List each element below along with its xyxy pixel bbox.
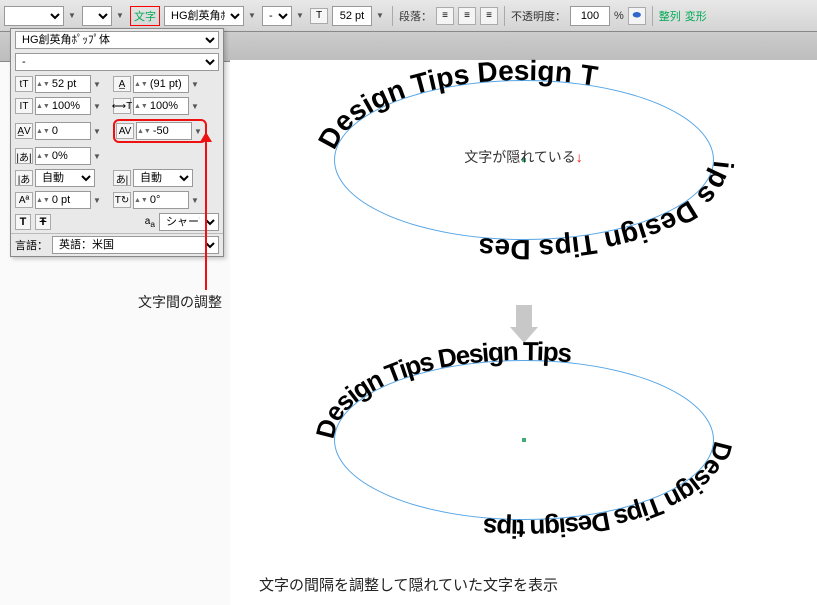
warp-text-icon[interactable]: ⬬ bbox=[628, 7, 646, 25]
chevron-down-icon: ▼ bbox=[296, 11, 306, 20]
separator bbox=[652, 6, 653, 26]
panel-vscale[interactable]: ▲▼ bbox=[35, 97, 91, 115]
align-center-icon[interactable]: ≡ bbox=[458, 7, 476, 25]
panel-auto2[interactable]: 自動 bbox=[133, 169, 193, 187]
leading-icon: A̲ bbox=[113, 76, 131, 92]
antialias-label-icon: aa bbox=[145, 216, 155, 229]
opacity-label: 不透明度： bbox=[511, 8, 566, 24]
panel-language[interactable]: 英語：米国 bbox=[52, 236, 219, 254]
arrange-link[interactable]: 整列 bbox=[659, 8, 681, 24]
panel-font-size[interactable]: ▲▼ bbox=[35, 75, 91, 93]
bold-toggle-icon[interactable]: T bbox=[15, 214, 31, 230]
panel-tsume[interactable]: ▲▼ bbox=[35, 147, 91, 165]
tracking-highlight: AV ▲▼ ▼ bbox=[113, 119, 207, 143]
character-panel: HG創英角ﾎﾟｯﾌﾟ体 - tT ▲▼ ▼ A̲ ▲▼ ▼ IT ▲▼ ▼ ⟷T… bbox=[10, 28, 224, 257]
panel-baseline-shift[interactable]: ▲▼ bbox=[35, 191, 91, 209]
chevron-down-icon: ▼ bbox=[248, 11, 258, 20]
font-family-dropdown[interactable]: HG創英角ﾎﾟｯﾌﾟ体 bbox=[164, 6, 244, 26]
aki-icon-2: あ| bbox=[113, 170, 131, 186]
tracking-note: 文字間の調整 bbox=[138, 292, 222, 312]
chevron-down-icon: ▼ bbox=[191, 102, 201, 111]
font-style-dropdown[interactable]: - bbox=[262, 6, 292, 26]
chevron-down-icon: ▼ bbox=[68, 11, 78, 20]
chevron-down-icon: ▼ bbox=[191, 196, 201, 205]
font-size-icon: T bbox=[310, 8, 328, 24]
panel-kerning[interactable]: ▲▼ bbox=[35, 122, 91, 140]
tracking-icon: AV bbox=[116, 123, 134, 139]
aki-icon: |あ bbox=[15, 170, 33, 186]
path-text-svg-1: Design Tips Design T ips Design Tips Des bbox=[314, 55, 734, 265]
panel-char-rotation[interactable]: ▲▼ bbox=[133, 191, 189, 209]
chevron-down-icon: ▼ bbox=[93, 102, 103, 111]
panel-tracking[interactable]: ▲▼ bbox=[136, 122, 192, 140]
panel-font-family[interactable]: HG創英角ﾎﾟｯﾌﾟ体 bbox=[15, 31, 219, 49]
percent-label: % bbox=[614, 10, 624, 22]
paragraph-label: 段落： bbox=[399, 8, 432, 24]
chevron-down-icon: ▼ bbox=[93, 196, 103, 205]
chevron-down-icon: ▼ bbox=[191, 80, 201, 89]
text-tool-label[interactable]: 文字 bbox=[130, 6, 160, 26]
align-left-icon[interactable]: ≡ bbox=[436, 7, 454, 25]
panel-auto1[interactable]: 自動 bbox=[35, 169, 95, 187]
svg-text:ips Design Tips Des: ips Design Tips Des bbox=[477, 159, 739, 265]
hscale-icon: ⟷T bbox=[113, 98, 131, 114]
path-text-svg-2: Design Tips Design Tips Design Tips Desi… bbox=[314, 335, 734, 545]
panel-font-style[interactable]: - bbox=[15, 53, 219, 71]
chevron-down-icon: ▼ bbox=[93, 127, 103, 136]
chevron-down-icon: ▼ bbox=[376, 11, 386, 20]
chevron-down-icon: ▼ bbox=[116, 11, 126, 20]
text-on-path-after: Design Tips Design Tips Design Tips Desi… bbox=[334, 360, 714, 520]
kerning-icon: A̲V bbox=[15, 123, 33, 139]
opacity-input[interactable] bbox=[570, 6, 610, 26]
transform-link[interactable]: 変形 bbox=[685, 8, 707, 24]
svg-text:Design Tips Design Tips: Design Tips Design Tips bbox=[309, 336, 572, 441]
panel-antialias[interactable]: シャープ bbox=[159, 213, 219, 231]
vscale-icon: IT bbox=[15, 98, 33, 114]
language-label: 言語： bbox=[15, 237, 48, 253]
separator bbox=[392, 6, 393, 26]
char-rotation-icon: T↻ bbox=[113, 192, 131, 208]
svg-text:Design Tips Design T: Design Tips Design T bbox=[312, 55, 600, 154]
strike-toggle-icon[interactable]: Ŧ bbox=[35, 214, 51, 230]
red-arrow-annotation bbox=[202, 140, 210, 290]
svg-text:Design Tips Design tips: Design Tips Design tips bbox=[482, 439, 738, 544]
selector-1[interactable] bbox=[4, 6, 64, 26]
font-size-icon: tT bbox=[15, 76, 33, 92]
selector-2[interactable] bbox=[82, 6, 112, 26]
chevron-down-icon: ▼ bbox=[93, 152, 103, 161]
separator bbox=[504, 6, 505, 26]
panel-leading[interactable]: ▲▼ bbox=[133, 75, 189, 93]
text-on-path-before: 文字が隠れている↓ Design Tips Design T ips Desig… bbox=[334, 80, 714, 240]
panel-hscale[interactable]: ▲▼ bbox=[133, 97, 189, 115]
canvas-area: 文字が隠れている↓ Design Tips Design T ips Desig… bbox=[230, 60, 817, 605]
tsume-icon: |あ| bbox=[15, 148, 33, 164]
font-size-input[interactable] bbox=[332, 6, 372, 26]
bottom-caption: 文字の間隔を調整して隠れていた文字を表示 bbox=[259, 574, 558, 595]
baseline-shift-icon: Aª bbox=[15, 192, 33, 208]
align-right-icon[interactable]: ≡ bbox=[480, 7, 498, 25]
chevron-down-icon: ▼ bbox=[93, 80, 103, 89]
